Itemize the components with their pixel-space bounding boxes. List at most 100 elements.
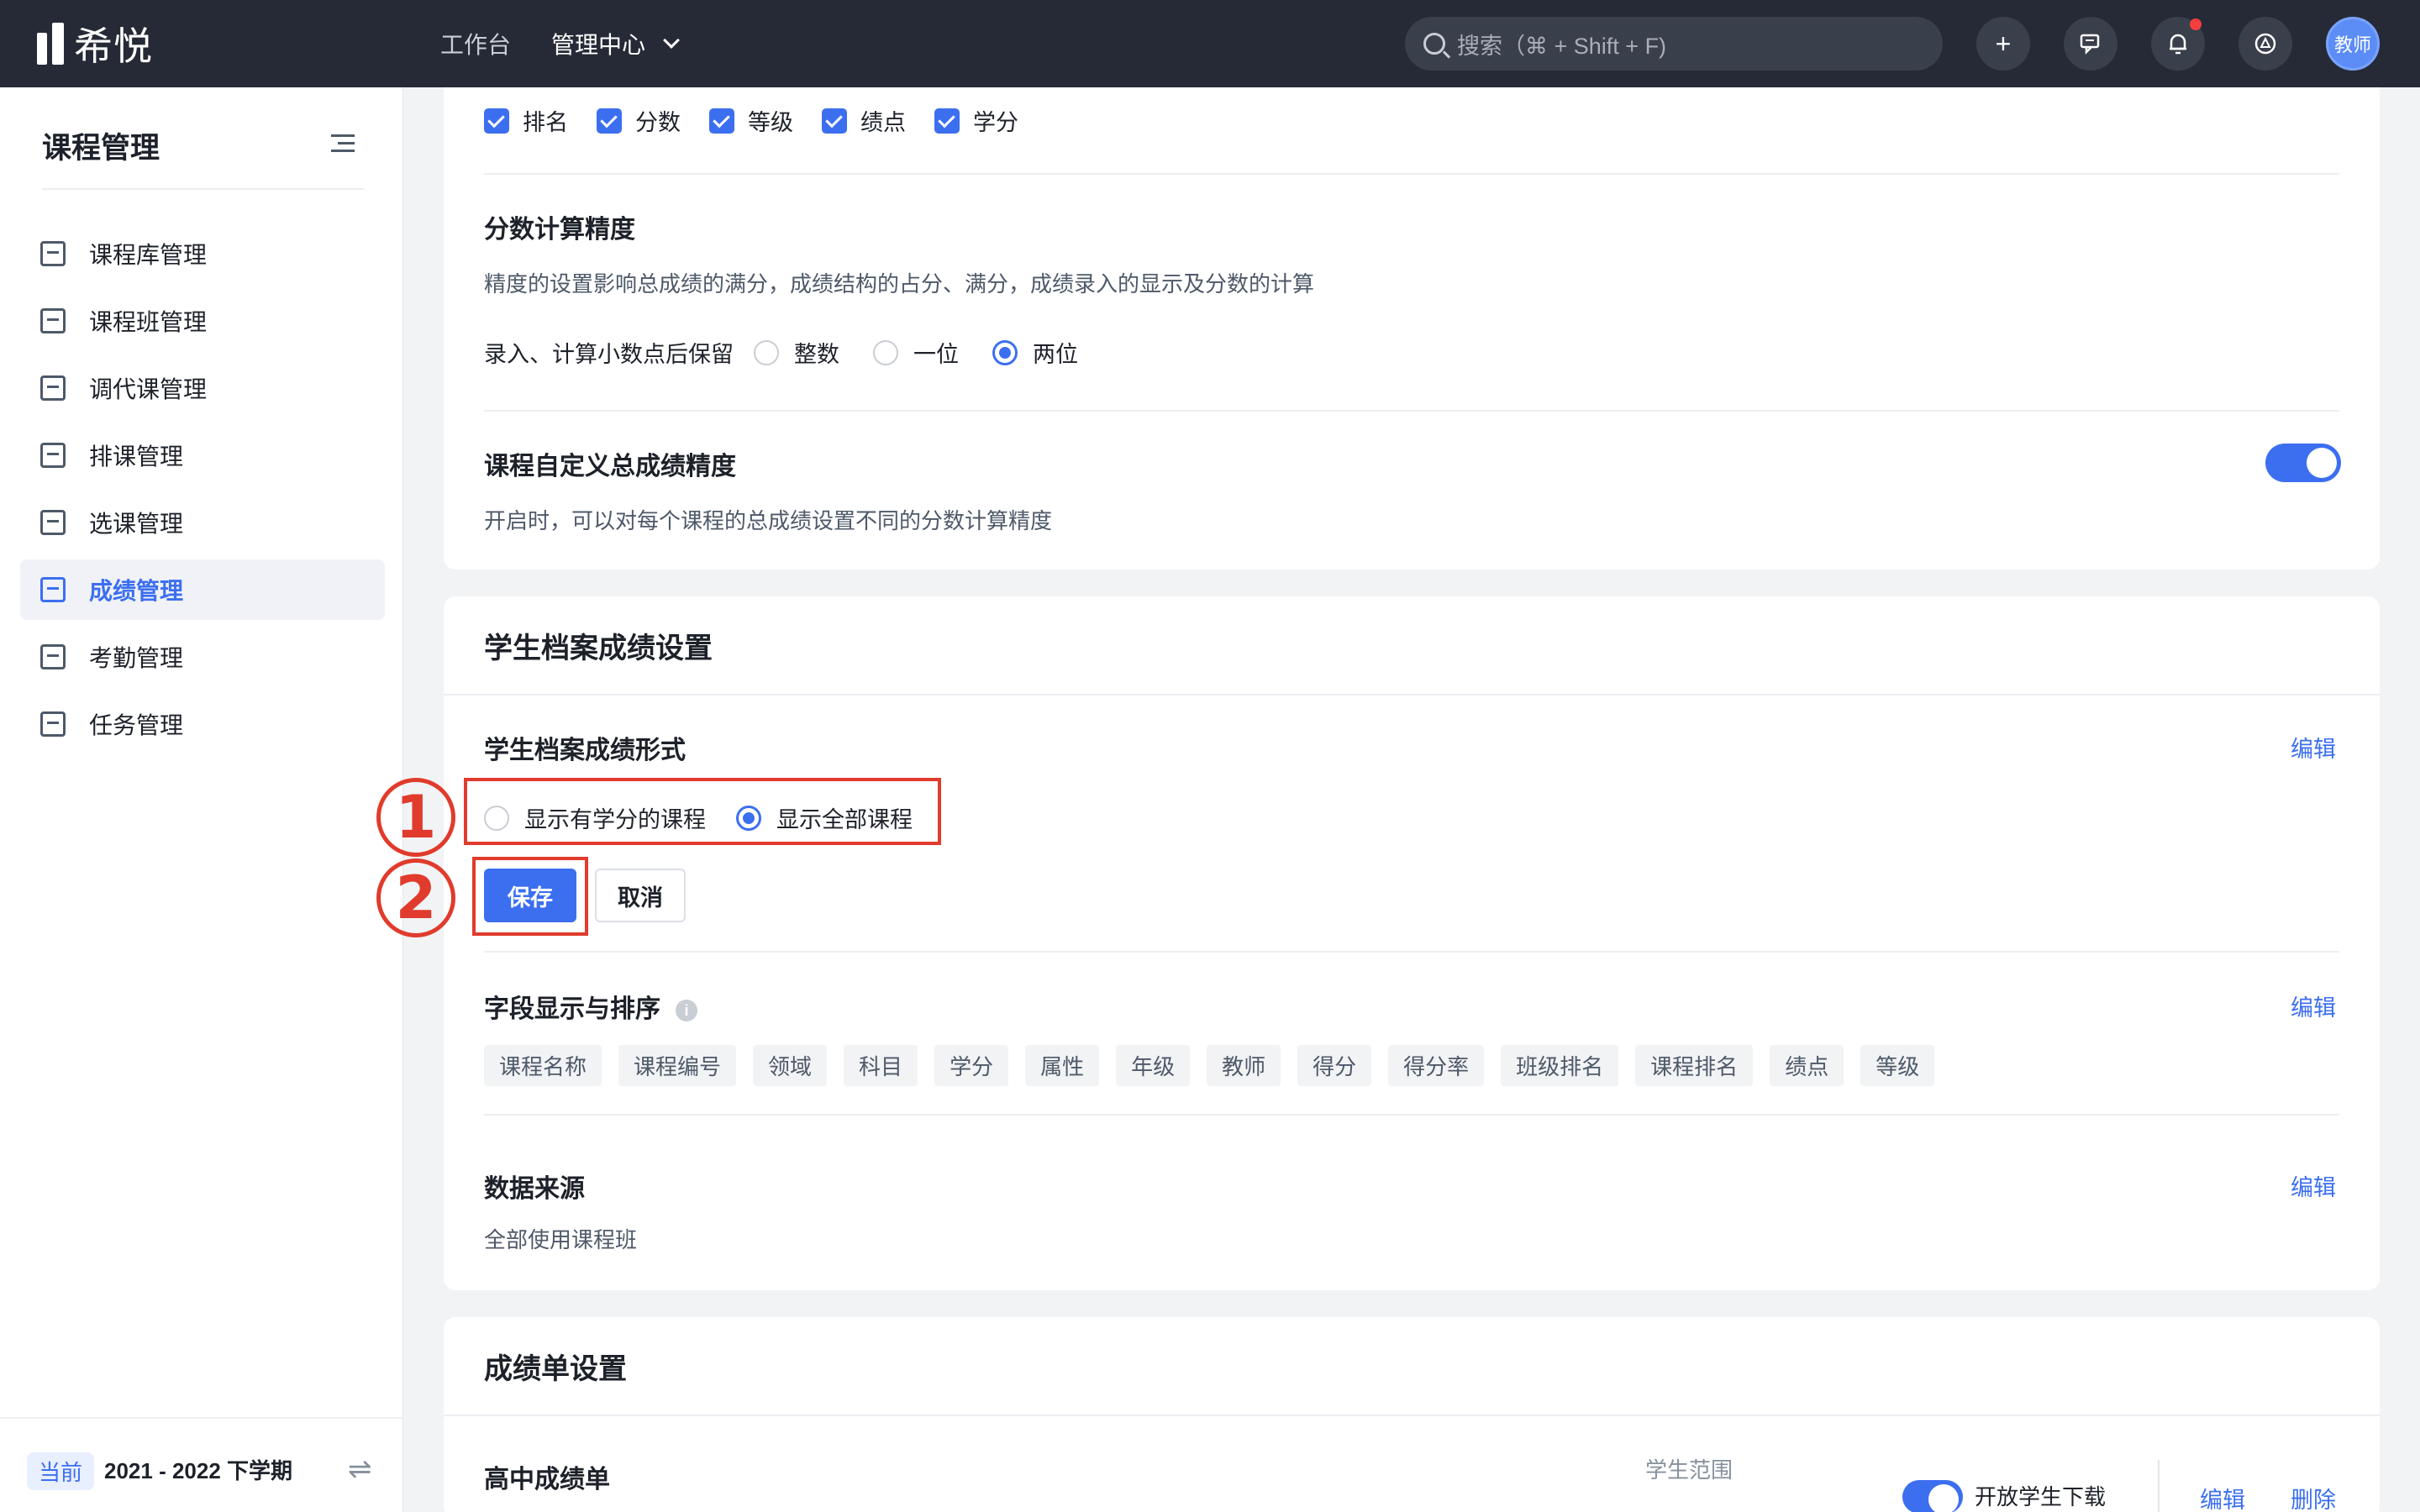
checkbox-level[interactable]: 等级 xyxy=(709,104,793,137)
precision-title: 分数计算精度 xyxy=(484,216,635,244)
checkbox-label: 排名 xyxy=(523,110,568,135)
card-title: 成绩单设置 xyxy=(484,1353,627,1385)
edit-report-link[interactable]: 编辑 xyxy=(2200,1482,2245,1512)
checkbox-rank[interactable]: 排名 xyxy=(484,104,568,137)
field-tag: 年级 xyxy=(1116,1045,1191,1086)
student-profile-card: 学生档案成绩设置 学生档案成绩形式 编辑 显示有学分的课程 显示全部课程 保存 … xyxy=(444,596,2380,1290)
nav-workbench[interactable]: 工作台 xyxy=(440,27,511,60)
search-placeholder: 搜索（⌘ + Shift + F) xyxy=(1457,33,1667,59)
data-source-title: 数据来源 xyxy=(484,1175,585,1203)
field-tag: 课程编号 xyxy=(618,1045,737,1086)
info-icon[interactable]: i xyxy=(676,1000,697,1022)
edit-form-link[interactable]: 编辑 xyxy=(2291,731,2336,764)
add-button[interactable]: + xyxy=(1976,17,2030,71)
decimal-radio-group: 录入、计算小数点后保留 整数 一位 两位 xyxy=(484,336,1078,369)
field-tag: 领域 xyxy=(753,1045,828,1086)
class-icon xyxy=(40,308,66,333)
field-tag: 班级排名 xyxy=(1501,1045,1619,1086)
grade-icon xyxy=(40,577,66,602)
edit-source-link[interactable]: 编辑 xyxy=(2291,1169,2336,1202)
switch-term-icon[interactable]: ⇌ xyxy=(348,1452,372,1486)
checkbox-checked-icon xyxy=(934,108,960,134)
report-item-title: 高中成绩单 xyxy=(484,1466,610,1494)
report-card-settings: 成绩单设置 高中成绩单 学生范围 开放学生下载 编辑 删除 xyxy=(444,1317,2380,1512)
download-toggle[interactable] xyxy=(1902,1480,1963,1512)
field-tag: 得分率 xyxy=(1388,1045,1485,1086)
task-icon xyxy=(40,711,66,737)
chevron-down-icon xyxy=(663,32,680,49)
sidebar-divider xyxy=(42,188,365,190)
sidebar-item-scheduling[interactable]: 排课管理 xyxy=(20,425,385,486)
sidebar-item-course-library[interactable]: 课程库管理 xyxy=(20,223,385,284)
download-label: 开放学生下载 xyxy=(1975,1484,2107,1509)
fields-title: 字段显示与排序 i xyxy=(484,988,697,1025)
divider xyxy=(484,173,2339,175)
avatar[interactable]: 教师 xyxy=(2326,17,2380,71)
divider xyxy=(444,1415,2380,1416)
radio-one-decimal[interactable] xyxy=(873,339,898,365)
field-tags: 课程名称 课程编号 领域 科目 学分 属性 年级 教师 得分 得分率 班级排名 … xyxy=(484,1045,1935,1086)
divider xyxy=(484,1114,2339,1116)
radio-label: 一位 xyxy=(913,342,959,367)
term-footer: 当前 2021 - 2022 下学期 ⇌ xyxy=(0,1417,403,1512)
vertical-divider xyxy=(2158,1460,2160,1512)
radio-integer[interactable] xyxy=(754,339,779,365)
grade-settings-card: 排名 分数 等级 绩点 学分 分数计算精度 精度的设置影响总成绩的满分，成绩结构… xyxy=(444,87,2380,570)
sidebar-item-course-selection[interactable]: 选课管理 xyxy=(20,492,385,553)
checkbox-score[interactable]: 分数 xyxy=(597,104,681,137)
sidebar-item-attendance[interactable]: 考勤管理 xyxy=(20,627,385,687)
notification-dot xyxy=(2190,18,2202,30)
divider xyxy=(484,951,2339,953)
message-icon xyxy=(2080,34,2100,55)
checkbox-label: 学分 xyxy=(973,110,1018,135)
cancel-button[interactable]: 取消 xyxy=(595,869,686,922)
custom-precision-title: 课程自定义总成绩精度 xyxy=(484,453,736,480)
divider xyxy=(444,694,2380,696)
search-input[interactable]: 搜索（⌘ + Shift + F) xyxy=(1405,17,1943,71)
sidebar-item-grades[interactable]: 成绩管理 xyxy=(20,559,385,620)
form-title: 学生档案成绩形式 xyxy=(484,737,686,764)
field-tag: 绩点 xyxy=(1770,1045,1844,1086)
checkbox-gpa[interactable]: 绩点 xyxy=(822,104,906,137)
radio-label: 两位 xyxy=(1033,342,1078,367)
logo[interactable]: 希悦 xyxy=(37,18,153,69)
field-tag: 教师 xyxy=(1207,1045,1281,1086)
nav-admin-center[interactable]: 管理中心 xyxy=(551,27,680,60)
field-tag: 科目 xyxy=(844,1045,918,1086)
sidebar: 课程管理 课程库管理 课程班管理 调代课管理 排课管理 选课管理 成绩管理 考勤… xyxy=(0,87,403,1512)
annotation-number-1: 1 xyxy=(376,778,455,857)
collapse-sidebar-icon[interactable] xyxy=(331,134,355,153)
field-tag: 学分 xyxy=(934,1045,1009,1086)
checkbox-checked-icon xyxy=(484,108,509,134)
sidebar-item-label: 课程库管理 xyxy=(89,242,208,268)
nav-workbench-label: 工作台 xyxy=(440,32,512,58)
sidebar-item-course-class[interactable]: 课程班管理 xyxy=(20,291,385,351)
custom-precision-toggle[interactable] xyxy=(2265,444,2341,482)
radio-label: 整数 xyxy=(794,342,839,367)
delete-report-link[interactable]: 删除 xyxy=(2291,1482,2336,1512)
sidebar-item-label: 调代课管理 xyxy=(89,376,208,402)
top-bar: 希悦 工作台 管理中心 搜索（⌘ + Shift + F) + 教师 xyxy=(0,0,2420,87)
fields-title-text: 字段显示与排序 xyxy=(484,995,660,1023)
term-badge: 当前 xyxy=(27,1452,95,1490)
annotation-number-2: 2 xyxy=(376,858,455,937)
radio-two-decimals[interactable] xyxy=(992,339,1018,365)
logo-text: 希悦 xyxy=(74,24,153,68)
sidebar-item-substitute[interactable]: 调代课管理 xyxy=(20,358,385,418)
card-title: 学生档案成绩设置 xyxy=(484,633,713,664)
sidebar-item-tasks[interactable]: 任务管理 xyxy=(20,694,385,754)
checkbox-label: 绩点 xyxy=(860,110,906,135)
message-button[interactable] xyxy=(2064,17,2118,71)
sidebar-item-label: 成绩管理 xyxy=(89,578,184,604)
notification-button[interactable] xyxy=(2151,17,2205,71)
edit-fields-link[interactable]: 编辑 xyxy=(2291,990,2336,1022)
compass-icon xyxy=(2254,33,2276,55)
divider xyxy=(484,410,2339,412)
nav-admin-center-label: 管理中心 xyxy=(551,32,646,58)
sidebar-item-label: 选课管理 xyxy=(89,511,184,537)
precision-description: 精度的设置影响总成绩的满分，成绩结构的占分、满分，成绩录入的显示及分数的计算 xyxy=(484,271,1315,297)
checkbox-checked-icon xyxy=(597,108,622,134)
checkbox-credit[interactable]: 学分 xyxy=(934,104,1018,137)
app-switch-button[interactable] xyxy=(2238,17,2292,71)
student-scope-label: 学生范围 xyxy=(1645,1457,1733,1483)
